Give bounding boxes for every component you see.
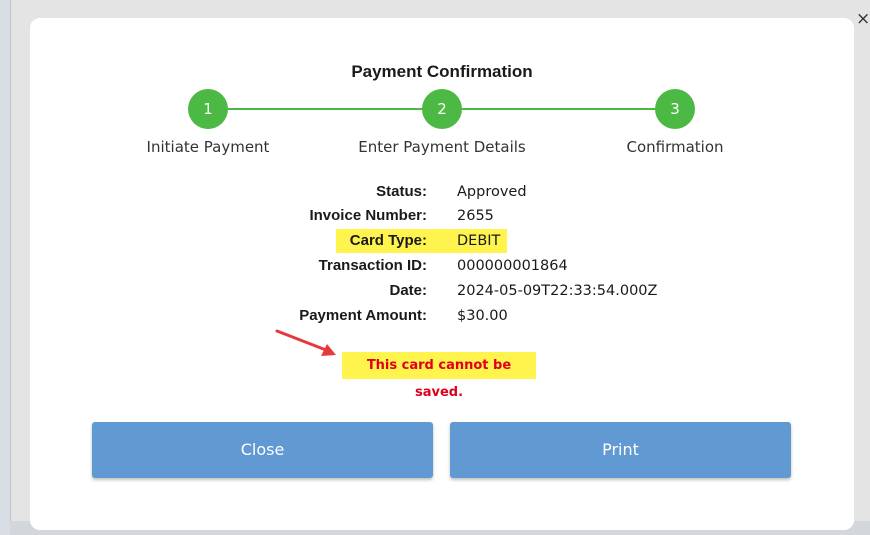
payment-confirmation-modal: Payment Confirmation 1 2 3 Initiate Paym… [30,18,854,530]
detail-row-status: Status: Approved [30,181,854,203]
detail-value: 2655 [457,208,494,224]
stepper-connector-1-2 [228,108,442,110]
detail-value: 000000001864 [457,258,568,274]
detail-row-transaction-id: Transaction ID: 000000001864 [30,255,854,277]
detail-label: Date: [389,282,427,299]
step-2-label: Enter Payment Details [358,138,526,156]
detail-label: Payment Amount: [299,307,427,324]
step-1-label: Initiate Payment [146,138,270,156]
detail-row-date: Date: 2024-05-09T22:33:54.000Z [30,280,854,302]
step-2-circle: 2 [422,89,462,129]
red-arrow-icon [275,329,336,356]
detail-row-card-type: Card Type: DEBIT [30,230,854,252]
detail-value: DEBIT [457,233,501,249]
stepper-connector-2-3 [462,108,674,110]
card-warning-message: This card cannot be saved. [342,352,536,400]
close-button[interactable]: Close [92,422,433,478]
detail-row-invoice-number: Invoice Number: 2655 [30,205,854,227]
detail-value: Approved [457,184,527,200]
detail-label: Invoice Number: [309,207,427,224]
screen: × Payment Confirmation 1 2 3 Initiate Pa… [0,0,870,535]
print-button[interactable]: Print [450,422,791,478]
step-1-circle: 1 [188,89,228,129]
step-3-label: Confirmation [626,138,724,156]
detail-label: Status: [376,183,427,200]
detail-value: 2024-05-09T22:33:54.000Z [457,283,658,299]
detail-label: Card Type: [349,232,427,249]
detail-label: Transaction ID: [318,257,427,274]
modal-title: Payment Confirmation [351,62,533,81]
detail-row-payment-amount: Payment Amount: $30.00 [30,305,854,327]
close-icon[interactable]: × [856,10,870,28]
detail-value: $30.00 [457,308,508,324]
step-3-circle: 3 [655,89,695,129]
backdrop-edge [0,0,11,535]
